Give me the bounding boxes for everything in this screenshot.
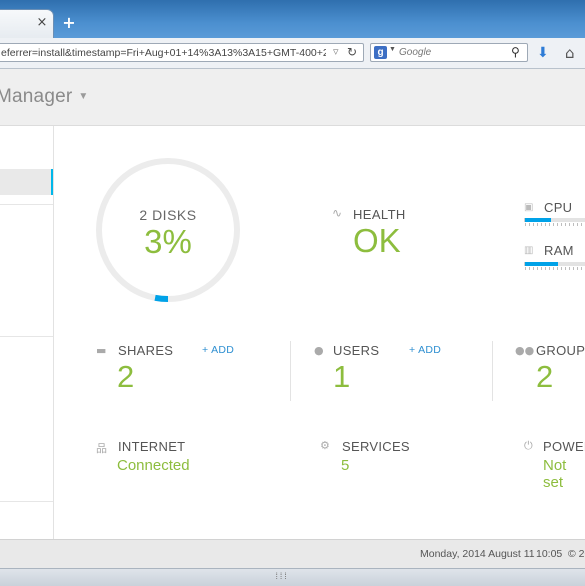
cpu-label: CPU xyxy=(544,200,573,215)
home-icon[interactable]: ⌂ xyxy=(565,44,575,62)
search-icon[interactable]: ⚲ xyxy=(511,45,520,59)
cpu-meter-fill xyxy=(525,218,551,222)
health-label: HEALTH xyxy=(353,207,406,222)
google-icon[interactable]: g xyxy=(374,46,387,59)
chevron-down-icon[interactable]: ▼ xyxy=(389,46,396,53)
services-label: SERVICES xyxy=(342,439,410,454)
ram-meter-ticks xyxy=(525,267,585,270)
pulse-icon: ∿ xyxy=(332,206,343,220)
ram-label: RAM xyxy=(544,243,574,258)
star-icon[interactable]: ▿ xyxy=(333,45,339,58)
reload-icon[interactable]: ↻ xyxy=(347,45,357,59)
caret-down-icon[interactable]: ▼ xyxy=(78,91,88,102)
cpu-meter xyxy=(524,218,585,226)
resize-grip-icon[interactable]: ⁞⁞⁞ xyxy=(274,572,288,582)
close-icon[interactable]: × xyxy=(36,16,48,29)
url-bar[interactable]: eferrer=install&timestamp=Fri+Aug+01+14%… xyxy=(0,43,364,62)
cpu-meter-ticks xyxy=(525,223,585,226)
groups-count[interactable]: 2 xyxy=(536,359,553,395)
add-share-button[interactable]: + ADD xyxy=(202,344,234,356)
app-header: Manager ▼ xyxy=(0,69,585,126)
sidebar-divider xyxy=(0,336,53,337)
internet-status[interactable]: Connected xyxy=(117,457,190,474)
browser-statusbar: ⁞⁞⁞ xyxy=(0,568,585,586)
footer-copyright: © 2014 xyxy=(568,548,585,560)
shares-count[interactable]: 2 xyxy=(117,359,134,395)
power-icon: ⏻ xyxy=(524,439,533,452)
sidebar-divider xyxy=(0,501,53,502)
column-divider xyxy=(290,341,291,401)
app-footer: Monday, 2014 August 11 10:05 © 2014 xyxy=(0,539,585,569)
shares-label[interactable]: SHARES xyxy=(118,343,173,358)
network-icon: 品 xyxy=(96,442,107,455)
sidebar-divider xyxy=(0,204,53,205)
sidebar xyxy=(0,126,54,539)
health-value: OK xyxy=(353,222,401,259)
gear-icon: ⚙ xyxy=(320,439,330,452)
plus-icon[interactable]: + xyxy=(62,15,76,31)
browser-navbar: eferrer=install&timestamp=Fri+Aug+01+14%… xyxy=(0,38,585,69)
footer-time: 10:05 xyxy=(536,548,563,560)
sidebar-item-active[interactable] xyxy=(0,169,53,195)
users-count[interactable]: 1 xyxy=(333,359,350,395)
ram-icon: ▥ xyxy=(524,245,534,256)
disks-usage-value: 3% xyxy=(144,223,192,260)
cpu-icon: ▣ xyxy=(524,202,534,213)
ram-meter-fill xyxy=(525,262,559,266)
column-divider xyxy=(492,341,493,401)
user-icon: ● xyxy=(314,344,324,357)
add-user-button[interactable]: + ADD xyxy=(409,344,441,356)
url-text[interactable]: eferrer=install&timestamp=Fri+Aug+01+14%… xyxy=(1,47,326,61)
search-bar[interactable]: g ▼ Google ⚲ xyxy=(370,43,528,62)
browser-tabstrip: × + xyxy=(0,0,585,39)
power-status[interactable]: Not set xyxy=(543,457,585,491)
services-count[interactable]: 5 xyxy=(341,457,349,474)
dashboard: 2 DISKS 3% ∿ HEALTH OK ▣ CPU ▥ RAM ▬ SHA… xyxy=(54,126,585,539)
footer-date: Monday, 2014 August 11 xyxy=(420,548,535,560)
page-title: Manager xyxy=(0,86,73,107)
power-label: POWER xyxy=(543,439,585,454)
disks-label: 2 DISKS xyxy=(139,207,197,223)
app-title-menu[interactable]: Manager ▼ xyxy=(0,86,89,108)
users-label[interactable]: USERS xyxy=(333,343,379,358)
groups-label[interactable]: GROUPS xyxy=(536,343,585,358)
folder-icon: ▬ xyxy=(96,344,107,357)
download-icon[interactable]: ⬇ xyxy=(537,45,549,61)
internet-label: INTERNET xyxy=(118,439,186,454)
group-icon: ●● xyxy=(515,344,535,357)
ram-meter xyxy=(524,262,585,270)
search-placeholder[interactable]: Google xyxy=(399,47,431,58)
